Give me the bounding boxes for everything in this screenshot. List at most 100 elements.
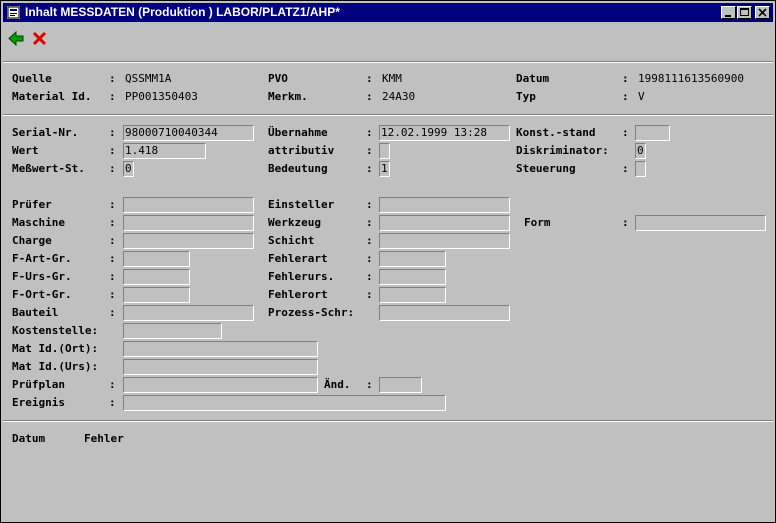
colon: : (366, 288, 373, 301)
konst-field[interactable] (635, 125, 670, 141)
pruefer-field[interactable] (123, 197, 254, 213)
material-value: PP001350403 (125, 90, 198, 103)
typ-value: V (638, 90, 645, 103)
colon: : (622, 126, 629, 139)
colon: : (366, 252, 373, 265)
fursgr-field[interactable] (123, 269, 190, 285)
serial-label: Serial-Nr. (12, 126, 79, 139)
colon: : (366, 126, 373, 139)
mat-ort-label: Mat Id.(Ort): (12, 342, 99, 355)
mat-urs-field[interactable] (123, 359, 318, 375)
bauteil-field[interactable] (123, 305, 254, 321)
mat-ort-field[interactable] (123, 341, 318, 357)
bedeutung-field[interactable]: 1 (379, 161, 390, 177)
pvo-label: PVO (268, 72, 288, 85)
red-x-icon (32, 31, 47, 46)
fartgr-label: F-Art-Gr. (12, 252, 72, 265)
schicht-label: Schicht (268, 234, 315, 247)
maximize-icon (740, 8, 749, 16)
divider-top (3, 61, 773, 63)
uebernahme-label: Übernahme (268, 126, 328, 139)
colon: : (366, 378, 373, 391)
messwert-field[interactable]: 0 (123, 161, 134, 177)
colon: : (366, 234, 373, 247)
colon: : (109, 270, 116, 283)
colon: : (109, 126, 116, 139)
colon: : (622, 72, 629, 85)
wert-label: Wert (12, 144, 39, 157)
fartgr-field[interactable] (123, 251, 190, 267)
divider-header (3, 114, 773, 116)
fehlerurs-field[interactable] (379, 269, 446, 285)
pruefer-label: Prüfer (12, 198, 52, 211)
typ-label: Typ (516, 90, 536, 103)
colon: : (622, 216, 629, 229)
colon: : (109, 378, 116, 391)
colon: : (366, 216, 373, 229)
colon: : (366, 270, 373, 283)
minimize-icon (725, 15, 731, 17)
form-field[interactable] (635, 215, 766, 231)
colon: : (109, 252, 116, 265)
pruefplan-field[interactable] (123, 377, 318, 393)
attributiv-field[interactable] (379, 143, 390, 159)
messwert-label: Meßwert-St. (12, 162, 85, 175)
merkm-label: Merkm. (268, 90, 308, 103)
cancel-button[interactable] (29, 28, 50, 49)
aend-label: Änd. (324, 378, 351, 391)
diskriminator-label: Diskriminator: (516, 144, 609, 157)
colon: : (622, 162, 629, 175)
close-button[interactable] (755, 6, 770, 19)
maschine-label: Maschine (12, 216, 65, 229)
form-label: Form (524, 216, 551, 229)
fehlerurs-label: Fehlerurs. (268, 270, 335, 283)
colon: : (109, 234, 116, 247)
charge-field[interactable] (123, 233, 254, 249)
back-button[interactable] (6, 28, 27, 49)
datum-label: Datum (516, 72, 550, 85)
attributiv-label: attributiv (268, 144, 335, 157)
title-bar[interactable]: Inhalt MESSDATEN (Produktion ) LABOR/PLA… (3, 3, 773, 22)
konst-label: Konst.-stand (516, 126, 596, 139)
column-header-fehler[interactable]: Fehler (84, 432, 124, 446)
aend-field[interactable] (379, 377, 422, 393)
colon: : (366, 198, 373, 211)
fehlerort-field[interactable] (379, 287, 446, 303)
colon: : (366, 144, 373, 157)
material-label: Material Id. (12, 90, 92, 103)
bauteil-label: Bauteil (12, 306, 59, 319)
maschine-field[interactable] (123, 215, 254, 231)
werkzeug-label: Werkzeug (268, 216, 321, 229)
colon: : (109, 162, 116, 175)
window-title: Inhalt MESSDATEN (Produktion ) LABOR/PLA… (25, 5, 340, 19)
colon: : (109, 198, 116, 211)
mat-urs-label: Mat Id.(Urs): (12, 360, 99, 373)
prozess-field[interactable] (379, 305, 510, 321)
quelle-label: Quelle (12, 72, 52, 85)
wert-field[interactable]: 1.418 (123, 143, 206, 159)
maximize-button[interactable] (737, 6, 752, 19)
einsteller-field[interactable] (379, 197, 510, 213)
fehlerort-label: Fehlerort (268, 288, 328, 301)
fehlerart-field[interactable] (379, 251, 446, 267)
werkzeug-field[interactable] (379, 215, 510, 231)
serial-field[interactable]: 98000710040344 (123, 125, 254, 141)
colon: : (366, 162, 373, 175)
uebernahme-field[interactable]: 12.02.1999 13:28 (379, 125, 510, 141)
main-window: Inhalt MESSDATEN (Produktion ) LABOR/PLA… (0, 0, 776, 523)
kostenstelle-field[interactable] (123, 323, 222, 339)
schicht-field[interactable] (379, 233, 510, 249)
colon: : (109, 216, 116, 229)
pvo-value: KMM (382, 72, 402, 85)
green-left-arrow-icon (8, 30, 24, 47)
steuerung-label: Steuerung (516, 162, 576, 175)
diskriminator-field[interactable]: 0 (635, 143, 646, 159)
minimize-button[interactable] (721, 6, 736, 19)
einsteller-label: Einsteller (268, 198, 335, 211)
ereignis-field[interactable] (123, 395, 446, 411)
datum-value: 1998111613560900 (638, 72, 744, 85)
fortgr-field[interactable] (123, 287, 190, 303)
steuerung-field[interactable] (635, 161, 646, 177)
colon: : (366, 72, 373, 85)
column-header-datum[interactable]: Datum (12, 432, 45, 446)
